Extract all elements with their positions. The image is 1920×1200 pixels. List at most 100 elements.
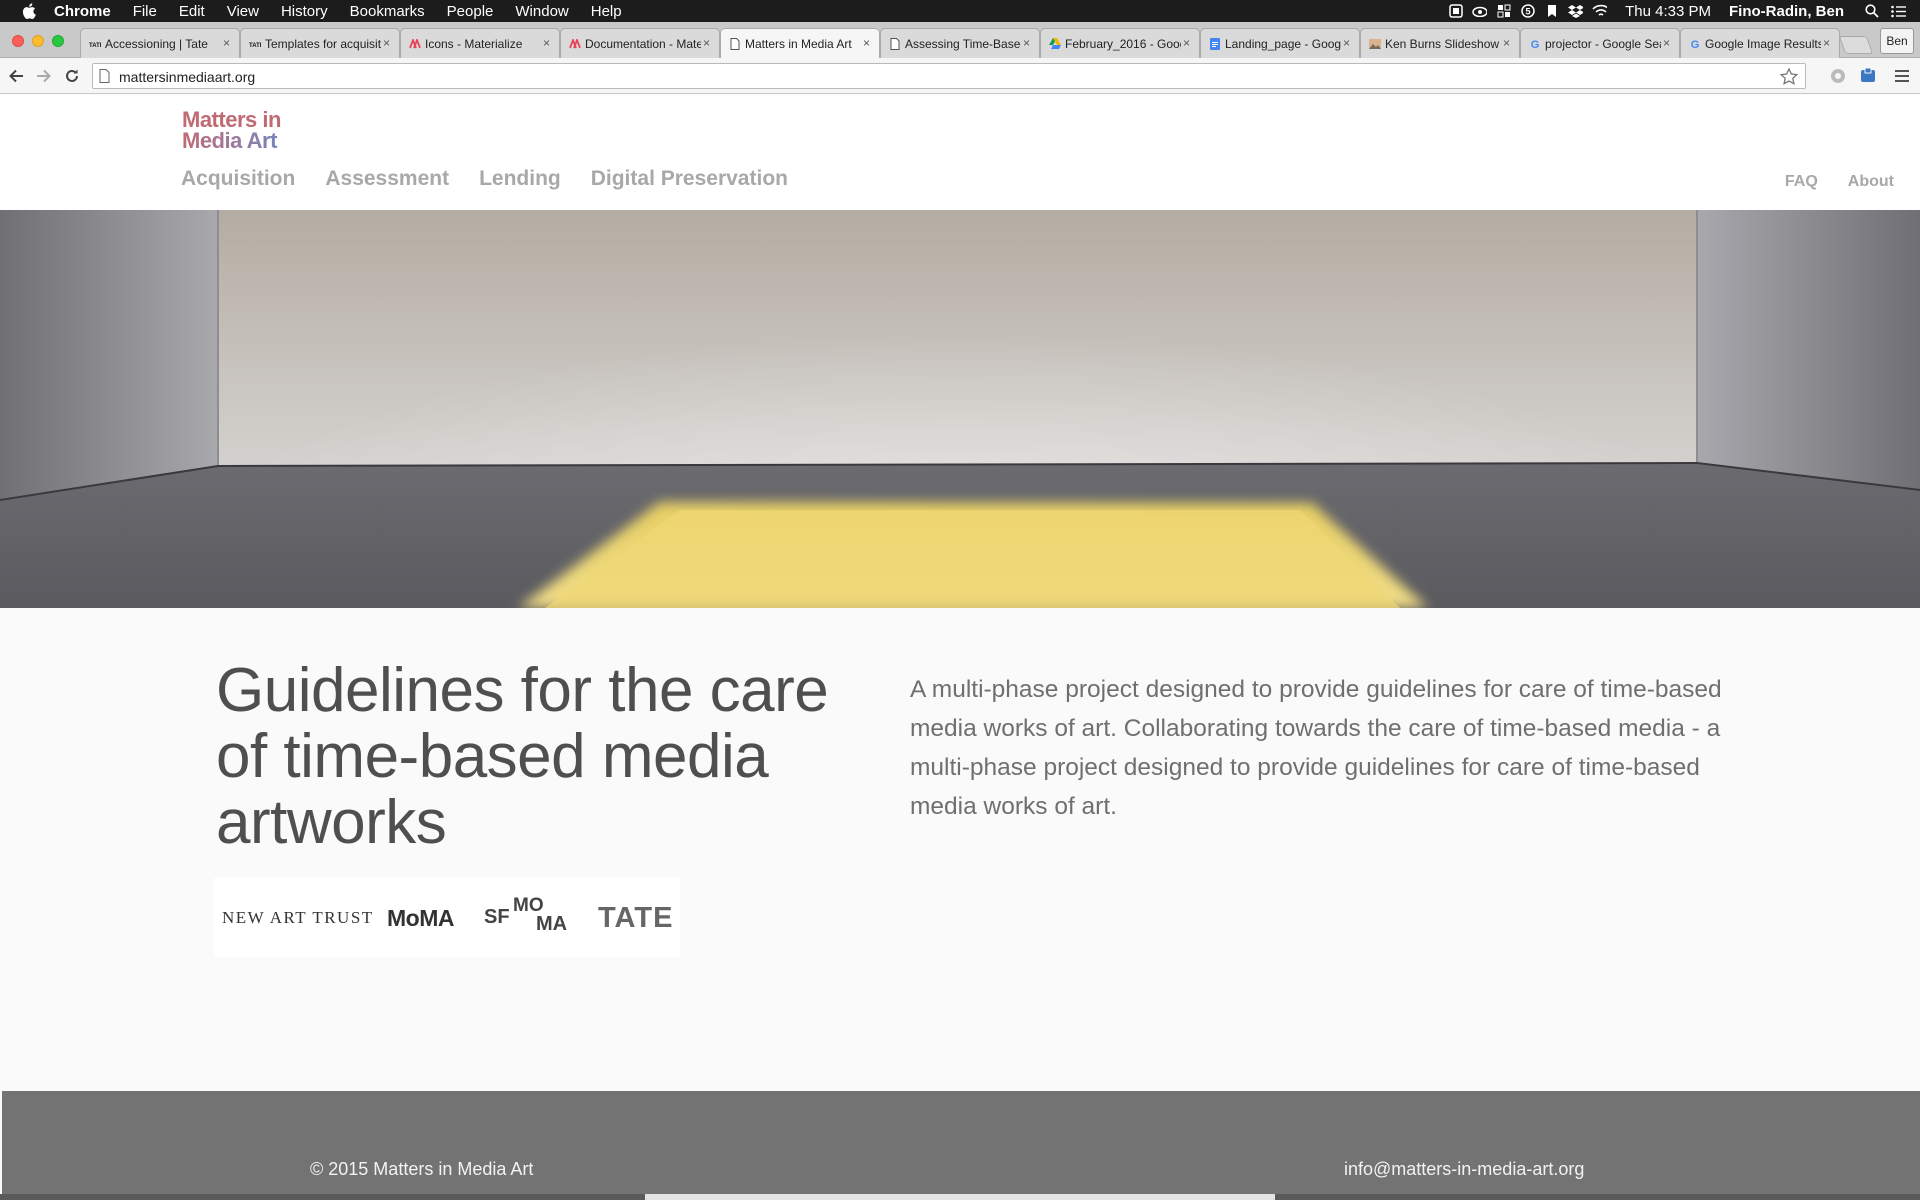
five-icon[interactable]: 5 <box>1520 4 1535 18</box>
tab-close-icon[interactable]: × <box>1023 37 1033 49</box>
menu-window[interactable]: Window <box>515 3 568 20</box>
window-close-button[interactable] <box>12 35 24 47</box>
bookmark-flag-icon[interactable] <box>1544 4 1559 18</box>
tab-close-icon[interactable]: × <box>1183 37 1193 49</box>
back-arrow-icon[interactable] <box>6 66 26 86</box>
materialize-favicon <box>569 38 581 50</box>
sfmoma-ma: MA <box>536 913 568 935</box>
new-tab-button[interactable] <box>1838 36 1874 54</box>
svg-text:TATE: TATE <box>89 43 101 48</box>
app-icon[interactable] <box>1496 4 1511 18</box>
nav-acquisition[interactable]: Acquisition <box>181 167 295 191</box>
menu-edit[interactable]: Edit <box>179 3 205 20</box>
extension-icon-blue[interactable] <box>1858 66 1878 86</box>
tab-title: projector - Google Search <box>1545 36 1661 51</box>
tab-close-icon[interactable]: × <box>383 37 393 49</box>
tab-documentation-materialize[interactable]: Documentation - Materialize × <box>560 28 720 58</box>
tab-title: Accessioning | Tate <box>105 36 208 51</box>
page-favicon <box>889 37 901 50</box>
tab-title: Landing_page - Google Docs <box>1225 36 1341 51</box>
os-menubar: Chrome File Edit View History Bookmarks … <box>0 0 1920 22</box>
chrome-menu-icon[interactable] <box>1892 66 1912 86</box>
creative-cloud-icon[interactable] <box>1472 4 1488 18</box>
tab-ken-burns-slideshow[interactable]: Ken Burns Slideshow × <box>1360 28 1520 58</box>
horizontal-scrollbar[interactable] <box>0 1194 1920 1200</box>
site-logo[interactable]: Matters in Media Art <box>182 109 302 152</box>
tab-title: February_2016 - Google Drive <box>1065 36 1181 51</box>
page-favicon <box>729 37 741 50</box>
nav-faq[interactable]: FAQ <box>1785 173 1818 191</box>
tab-close-icon[interactable]: × <box>1343 37 1353 49</box>
url-text[interactable]: mattersinmediaart.org <box>119 69 255 85</box>
moma-logo[interactable]: MoMA <box>387 878 454 958</box>
search-icon[interactable] <box>1864 4 1879 18</box>
address-bar[interactable]: mattersinmediaart.org <box>92 63 1806 89</box>
nav-about[interactable]: About <box>1848 173 1894 191</box>
bookmark-star-icon[interactable] <box>1779 67 1799 87</box>
page-headline: Guidelines for the care of time-based me… <box>216 656 829 857</box>
tab-accessioning-tate[interactable]: TATE Accessioning | Tate × <box>80 28 240 58</box>
apple-icon[interactable] <box>22 3 36 19</box>
nav-assessment[interactable]: Assessment <box>325 167 449 191</box>
reload-icon[interactable] <box>62 66 82 86</box>
dashboard-icon[interactable] <box>1448 4 1463 18</box>
menu-view[interactable]: View <box>227 3 259 20</box>
tab-close-icon[interactable]: × <box>1663 37 1673 49</box>
menubar-status-area: 5 Thu 4:33 PM Fino-Radin, Ben <box>1439 0 1906 22</box>
nav-lending[interactable]: Lending <box>479 167 561 191</box>
menu-people[interactable]: People <box>447 3 494 20</box>
google-docs-favicon <box>1209 37 1221 50</box>
browser-toolbar: mattersinmediaart.org <box>0 58 1920 94</box>
page-info-icon[interactable] <box>99 69 111 84</box>
tab-icons-materialize[interactable]: Icons - Materialize × <box>400 28 560 58</box>
tate-logo[interactable]: TATE <box>598 878 673 958</box>
tab-title: Matters in Media Art <box>745 36 852 51</box>
browser-tab-strip: TATE Accessioning | Tate × TATE Template… <box>0 22 1920 58</box>
tab-google-image-results[interactable]: G Google Image Results × <box>1680 28 1840 58</box>
new-art-trust-logo[interactable]: NEW ART TRUST <box>222 878 374 958</box>
tab-title: Assessing Time-Based <box>905 36 1021 51</box>
site-footer: © 2015 Matters in Media Art info@matters… <box>2 1091 1920 1200</box>
scrollbar-thumb[interactable] <box>645 1194 1275 1200</box>
profile-button[interactable]: Ben <box>1880 28 1914 54</box>
tab-february-2016-drive[interactable]: February_2016 - Google Drive × <box>1040 28 1200 58</box>
menu-app-chrome[interactable]: Chrome <box>54 3 111 20</box>
tab-close-icon[interactable]: × <box>863 37 873 49</box>
contact-email-link[interactable]: info@matters-in-media-art.org <box>1344 1159 1584 1180</box>
tab-title: Documentation - Materialize <box>585 36 701 51</box>
menubar-clock[interactable]: Thu 4:33 PM <box>1625 3 1711 20</box>
tab-close-icon[interactable]: × <box>1823 37 1833 49</box>
svg-text:TATE: TATE <box>249 43 261 48</box>
wifi-icon[interactable] <box>1592 4 1608 18</box>
sfmoma-sf: SF <box>484 906 510 928</box>
forward-arrow-icon[interactable] <box>34 66 54 86</box>
tab-list: TATE Accessioning | Tate × TATE Template… <box>80 28 1840 58</box>
site-header: Matters in Media Art Acquisition Assessm… <box>0 95 1920 210</box>
tab-assessing-time-based[interactable]: Assessing Time-Based × <box>880 28 1040 58</box>
menu-help[interactable]: Help <box>591 3 622 20</box>
window-minimize-button[interactable] <box>32 35 44 47</box>
tab-close-icon[interactable]: × <box>223 37 233 49</box>
menu-file[interactable]: File <box>133 3 157 20</box>
tab-matters-in-media-art[interactable]: Matters in Media Art × <box>720 28 880 58</box>
tab-templates-acquisition[interactable]: TATE Templates for acquisition × <box>240 28 400 58</box>
tab-close-icon[interactable]: × <box>543 37 553 49</box>
nav-digital-preservation[interactable]: Digital Preservation <box>591 167 788 191</box>
gallery-light-installation-photo <box>0 210 1920 608</box>
tab-close-icon[interactable]: × <box>703 37 713 49</box>
menubar-user[interactable]: Fino-Radin, Ben <box>1729 3 1844 20</box>
google-favicon: G <box>1529 38 1541 50</box>
window-zoom-button[interactable] <box>52 35 64 47</box>
tab-projector-google-search[interactable]: G projector - Google Search × <box>1520 28 1680 58</box>
google-favicon: G <box>1689 38 1701 50</box>
dropbox-icon[interactable] <box>1568 4 1584 18</box>
list-icon[interactable] <box>1891 4 1906 18</box>
svg-text:G: G <box>1691 39 1700 50</box>
tab-close-icon[interactable]: × <box>1503 37 1513 49</box>
extension-icon[interactable] <box>1828 66 1848 86</box>
menu-history[interactable]: History <box>281 3 328 20</box>
tab-landing-page-docs[interactable]: Landing_page - Google Docs × <box>1200 28 1360 58</box>
menu-bookmarks[interactable]: Bookmarks <box>350 3 425 20</box>
sfmoma-logo[interactable]: SF MO MA <box>484 878 584 958</box>
google-drive-favicon <box>1049 38 1061 50</box>
